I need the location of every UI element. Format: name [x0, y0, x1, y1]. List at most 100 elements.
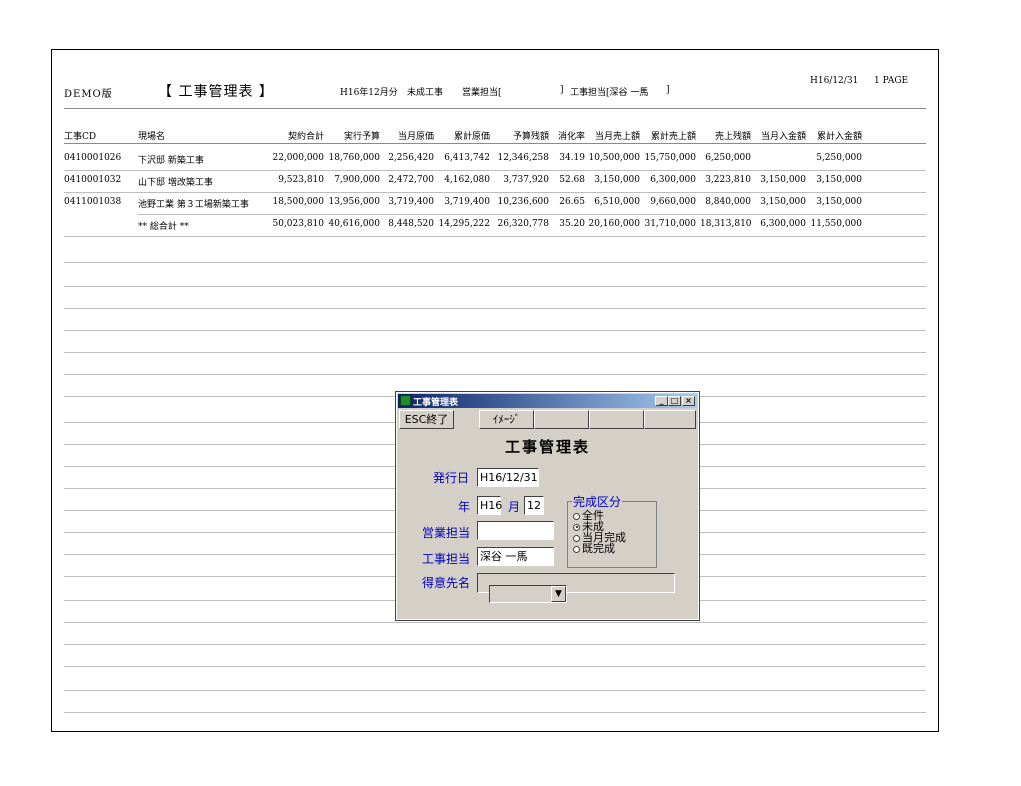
cell-total-sales: 31,710,000: [644, 219, 696, 229]
report-status: 未成工事: [407, 88, 444, 98]
cell-code: 0410001032: [64, 175, 122, 185]
cell-month-cost: 8,448,520: [388, 219, 434, 229]
table-row[interactable]: 0411001038 池野工業 第３工場新築工事 18,500,000 13,9…: [52, 197, 940, 211]
cell-month-payment: 3,150,000: [760, 175, 806, 185]
col-header-budget-rest: 予算残額: [512, 132, 549, 142]
row-divider: [64, 170, 926, 171]
row-divider: [64, 236, 926, 237]
sales-rep-label: 営業担当[: [462, 88, 502, 98]
engineer-end: ]: [666, 85, 670, 95]
ruled-line: [64, 644, 926, 645]
ruled-line: [64, 690, 926, 691]
toolbar-empty-button[interactable]: [644, 410, 696, 429]
cell-total-sales: 6,300,000: [650, 175, 696, 185]
ruled-line: [64, 712, 926, 713]
cell-budget-rest: 3,737,920: [503, 175, 549, 185]
completion-group-title: 完成区分: [572, 493, 623, 510]
dialog-titlebar[interactable]: 工事管理表 _ □ ×: [398, 394, 697, 408]
col-header-total-cost: 累計原価: [453, 132, 490, 142]
cell-budget-rest: 12,346,258: [497, 153, 549, 163]
cell-budget: 40,616,000: [328, 219, 380, 229]
kouji-kanri-dialog: 工事管理表 _ □ × ESC終了 ｲﾒｰｼﾞ 工事管理表 発行日 H16/12…: [395, 391, 700, 621]
cell-total-payment: 11,550,000: [810, 219, 862, 229]
cell-total-sales: 9,660,000: [650, 197, 696, 207]
toolbar-empty-button[interactable]: [534, 410, 589, 429]
minimize-icon[interactable]: _: [655, 396, 668, 406]
table-row[interactable]: 0410001026 下沢邸 新築工事 22,000,000 18,760,00…: [52, 153, 940, 167]
customer-label: 得意先名: [422, 576, 471, 590]
cell-month-payment: 6,300,000: [760, 219, 806, 229]
col-header-month-payment: 当月入金額: [760, 132, 806, 142]
cell-contract: 18,500,000: [272, 197, 324, 207]
cell-month-cost: 3,719,400: [388, 197, 434, 207]
col-header-total-payment: 累計入金額: [816, 132, 862, 142]
cell-budget-rest: 26,320,778: [497, 219, 549, 229]
cell-month-cost: 2,256,420: [388, 153, 434, 163]
cell-total-cost: 3,719,400: [444, 197, 490, 207]
cell-month-sales: 6,510,000: [594, 197, 640, 207]
cell-month-cost: 2,472,700: [388, 175, 434, 185]
ruled-line: [64, 286, 926, 287]
cell-total-sales: 15,750,000: [644, 153, 696, 163]
cell-sales-rest: 3,223,810: [705, 175, 751, 185]
cell-rate: 35.20: [559, 219, 585, 229]
radio-icon: [573, 534, 580, 542]
cell-month-sales: 20,160,000: [588, 219, 640, 229]
ruled-line: [64, 262, 926, 263]
col-header-sales-rest: 売上残額: [714, 132, 751, 142]
cell-rate: 26.65: [559, 197, 585, 207]
esc-exit-button[interactable]: ESC終了: [399, 410, 454, 429]
report-title: 【 工事管理表 】: [158, 84, 274, 100]
image-button[interactable]: ｲﾒｰｼﾞ: [479, 410, 534, 429]
cell-contract: 22,000,000: [272, 153, 324, 163]
cell-rate: 52.68: [559, 175, 585, 185]
row-divider: [138, 214, 926, 215]
col-header-budget: 実行予算: [343, 132, 380, 142]
maximize-icon[interactable]: □: [668, 396, 681, 406]
toolbar-empty-button[interactable]: [589, 410, 644, 429]
cell-site: 下沢邸 新築工事: [138, 156, 204, 166]
cell-budget: 13,956,000: [328, 197, 380, 207]
ruled-line: [64, 352, 926, 353]
demo-label: DEMO版: [64, 89, 113, 100]
radio-icon: [573, 545, 580, 553]
month-field[interactable]: 12: [524, 496, 544, 515]
report-date: H16/12/31: [810, 76, 859, 86]
page-number: 1 PAGE: [874, 76, 909, 86]
close-icon[interactable]: ×: [682, 396, 695, 406]
cell-rate: 34.19: [559, 153, 585, 163]
cell-contract: 9,523,810: [278, 175, 324, 185]
table-row[interactable]: 0410001032 山下邸 増改築工事 9,523,810 7,900,000…: [52, 175, 940, 189]
radio-completed[interactable]: 既完成: [573, 543, 615, 554]
cell-budget: 7,900,000: [334, 175, 380, 185]
cell-total-label: ** 総合計 **: [138, 222, 189, 232]
radio-label: 既完成: [582, 542, 615, 555]
dialog-title: 工事管理表: [413, 398, 459, 408]
issue-date-field[interactable]: H16/12/31: [477, 468, 539, 487]
radio-icon: [573, 512, 580, 520]
app-icon: [400, 395, 411, 406]
cell-sales-rest: 6,250,000: [705, 153, 751, 163]
engineer-field[interactable]: 深谷 一馬: [477, 547, 554, 566]
cell-sales-rest: 18,313,810: [700, 219, 752, 229]
cell-site: 山下邸 増改築工事: [138, 178, 213, 188]
ruled-line: [64, 374, 926, 375]
ruled-line: [64, 330, 926, 331]
ruled-line: [64, 622, 926, 623]
engineer-label: 工事担当[深谷 一馬: [570, 88, 649, 98]
col-header-month-cost: 当月原価: [397, 132, 434, 142]
cell-total-cost: 4,162,080: [444, 175, 490, 185]
report-sheet: DEMO版 【 工事管理表 】 H16年12月分 未成工事 営業担当[ ] 工事…: [51, 49, 939, 732]
table-header-line: [64, 143, 926, 144]
sales-rep-label: 営業担当: [422, 526, 471, 540]
chevron-down-icon[interactable]: ▼: [551, 586, 566, 602]
dialog-heading: 工事管理表: [504, 438, 590, 456]
customer-combo[interactable]: ▼: [489, 585, 567, 603]
sales-rep-field[interactable]: [477, 521, 554, 540]
sales-rep-end: ]: [560, 85, 564, 95]
cell-sales-rest: 8,840,000: [705, 197, 751, 207]
cell-contract: 50,023,810: [272, 219, 324, 229]
year-field[interactable]: H16: [477, 496, 502, 515]
cell-total-payment: 3,150,000: [816, 175, 862, 185]
cell-code: 0410001026: [64, 153, 122, 163]
